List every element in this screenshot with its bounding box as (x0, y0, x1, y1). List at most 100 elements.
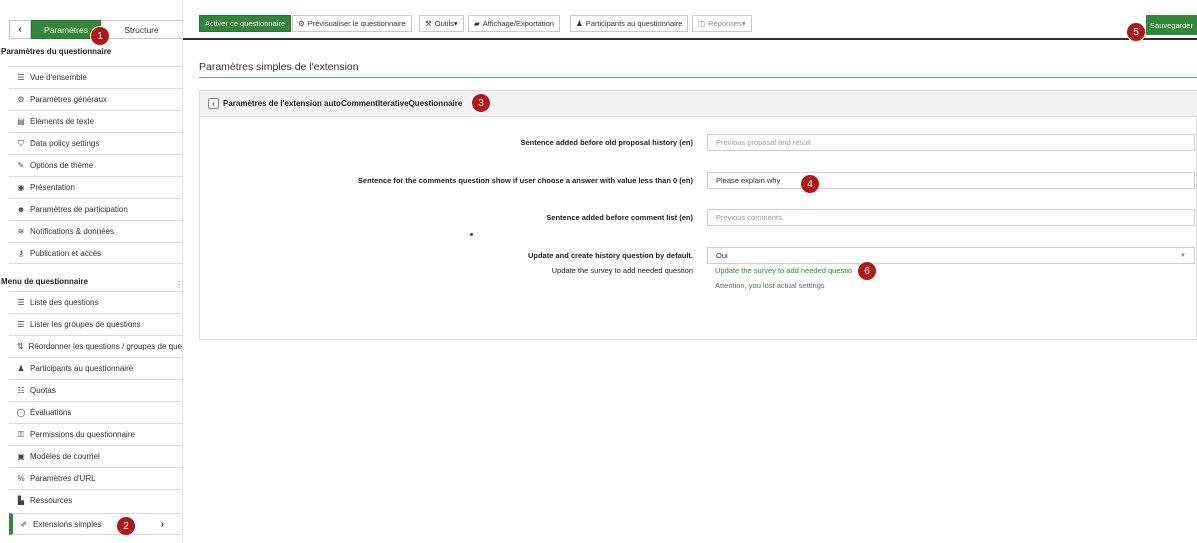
user-icon: ♟ (17, 364, 25, 373)
sidebar-item-publication[interactable]: ⚷ Publication et accès (9, 242, 182, 264)
sidebar-item-label: Présentation (30, 183, 75, 192)
comments-question-input[interactable]: Please explain why (707, 172, 1195, 189)
activate-label: Activer ce questionnaire (205, 19, 286, 28)
sidebar-item-text-elements[interactable]: ▤ Éléments de texte (9, 110, 182, 132)
sidebar-item-assessments[interactable]: ◯ Évaluations (9, 401, 182, 423)
preview-label: Prévisualiser le questionnaire (307, 19, 406, 28)
file-icon: ▙ (17, 496, 25, 505)
list-icon: ☰ (17, 320, 25, 329)
sidebar-item-participation[interactable]: ☻ Paramètres de participation (9, 198, 182, 220)
title-divider (199, 77, 1197, 78)
sidebar-item-participants[interactable]: ♟ Participants au questionnaire (9, 357, 182, 379)
sidebar-item-label: Réordonner les questions / groupes de qu… (28, 342, 182, 351)
sidebar-item-label: Notifications & données (30, 227, 115, 236)
sidebar-item-quotas[interactable]: ☷ Quotas (9, 379, 182, 401)
chevron-left-icon: ‹ (212, 99, 215, 108)
activate-survey-button[interactable]: Activer ce questionnaire (199, 15, 292, 32)
panel-title: Paramètres de l'extension autoCommentIte… (223, 99, 463, 108)
sidebar-item-question-groups[interactable]: ☰ Lister les groupes de questions (9, 313, 182, 335)
comment-icon: ◯ (16, 408, 26, 417)
envelope-icon: ▣ (17, 452, 25, 461)
caret-down-icon: ▾ (453, 19, 458, 28)
setting-label-history-question-default: Update and create history question by de… (527, 251, 693, 260)
annotation-badge-2: 2 (117, 517, 135, 535)
sidebar-item-email-templates[interactable]: ▣ Modèles de courriel (9, 445, 182, 467)
sidebar-item-label: Modèles de courriel (30, 452, 100, 461)
input-placeholder: Previous proposal and result (716, 138, 812, 147)
collapse-sidebar-button[interactable]: ‹ (9, 20, 31, 39)
input-value: Please explain why (716, 176, 781, 185)
sidebar-item-theme-options[interactable]: ✎ Options de thème (9, 154, 182, 176)
participants-label: Participants au questionnaire (585, 19, 683, 28)
sidebar-item-label: Permissions du questionnaire (30, 430, 135, 439)
comments-icon: ◫ (698, 19, 706, 28)
paint-brush-icon: ✎ (17, 161, 25, 170)
annotation-badge-4: 4 (801, 175, 819, 193)
page-title: Paramètres simples de l'extension (199, 61, 359, 73)
top-toolbar: Activer ce questionnaire ⚙ Prévisualiser … (183, 8, 1197, 40)
sidebar-item-label: Ressources (30, 496, 73, 505)
sidebar-item-question-list[interactable]: ☰ Liste des questions (9, 291, 182, 313)
responses-label: Réponses (708, 19, 742, 28)
input-placeholder: Previous comments. (716, 213, 784, 222)
sidebar-item-presentation[interactable]: ◉ Présentation (9, 176, 182, 198)
preview-survey-button[interactable]: ⚙ Prévisualiser le questionnaire (292, 15, 412, 32)
shield-icon: ⛉ (18, 138, 24, 148)
cogs-icon: ⚙ (17, 95, 25, 104)
tasks-icon: ☷ (17, 386, 25, 395)
annotation-badge-1: 1 (91, 27, 109, 45)
tools-dropdown-button[interactable]: ⚒ Outils ▾ (419, 15, 464, 32)
link-icon: % (17, 474, 25, 483)
file-text-icon: ▤ (17, 117, 25, 126)
annotation-badge-3: 3 (472, 94, 490, 112)
sidebar-item-data-policy[interactable]: ⛉ Data policy settings (9, 132, 182, 154)
cog-icon: ⚙ (298, 19, 305, 28)
update-survey-link[interactable]: Update the survey to add needed questio (715, 266, 852, 275)
sidebar-item-url-params[interactable]: % Paramètres d'URL (9, 467, 182, 489)
sidebar-item-label: Liste des questions (30, 298, 99, 307)
sidebar-divider (182, 0, 183, 543)
key-icon: ⚷ (18, 248, 24, 258)
comment-list-input[interactable]: Previous comments. (707, 209, 1195, 226)
annotation-badge-5: 5 (1127, 23, 1145, 41)
old-proposal-history-input[interactable]: Previous proposal and result (707, 134, 1195, 151)
sidebar-item-label: Paramètres de participation (30, 205, 128, 214)
plugin-settings-panel: ‹ Paramètres de l'extension autoCommentI… (199, 90, 1197, 340)
tools-label: Outils (434, 19, 454, 28)
sidebar: ‹ Paramètres Structure Paramètres du que… (0, 0, 183, 543)
list-icon: ☰ (17, 73, 25, 82)
chevron-left-icon: ‹ (18, 24, 22, 35)
sidebar-item-label: Paramètres d'URL (30, 474, 96, 483)
sidebar-item-label: Data policy settings (30, 139, 100, 148)
setting-label-comment-list: Sentence added before comment list (en) (546, 213, 693, 222)
survey-participants-button[interactable]: ♟ Participants au questionnaire (570, 15, 689, 32)
section-title-menu: Menu de questionnaire (1, 277, 89, 286)
sidebar-item-permissions[interactable]: ⚿ Permissions du questionnaire (9, 423, 182, 445)
annotation-badge-6: 6 (858, 262, 876, 280)
panel-header: ‹ Paramètres de l'extension autoCommentI… (200, 91, 1197, 117)
tools-icon: ⚒ (425, 19, 432, 28)
select-value: Oui (716, 251, 728, 260)
sidebar-item-label: Publication et accès (30, 248, 102, 258)
back-button[interactable]: ‹ (208, 98, 219, 109)
save-button[interactable]: Sauvegarder (1146, 15, 1197, 35)
tab-structure[interactable]: Structure (101, 20, 183, 39)
sidebar-item-label: Quotas (30, 386, 56, 395)
sidebar-item-label: Extensions simples (33, 519, 102, 529)
display-export-button[interactable]: ▰ Affichage/Exportation (468, 15, 560, 32)
history-question-default-select[interactable]: Oui ▼ (707, 247, 1195, 264)
eye-slash-icon: ◉ (17, 183, 25, 192)
responses-dropdown-button[interactable]: ◫ Réponses ▾ (692, 15, 752, 32)
sidebar-item-overview[interactable]: ☰ Vue d'ensemble (9, 66, 182, 88)
setting-label-old-proposal-history: Sentence added before old proposal histo… (520, 138, 693, 147)
caret-down-icon: ▼ (1180, 252, 1186, 259)
cursor-dot (470, 233, 473, 236)
sidebar-item-notifications[interactable]: ≋ Notifications & données (9, 220, 182, 242)
sidebar-item-resources[interactable]: ▙ Ressources (9, 489, 182, 511)
sidebar-item-simple-plugins[interactable]: ✐ Extensions simples › (9, 513, 182, 535)
sidebar-item-label: Lister les groupes de questions (30, 320, 141, 329)
sidebar-item-reorder[interactable]: ⇅ Réordonner les questions / groupes de q… (9, 335, 182, 357)
folder-open-icon: ▰ (474, 19, 480, 28)
chevron-right-icon: › (160, 518, 164, 530)
sidebar-item-general-settings[interactable]: ⚙ Paramètres généraux (9, 88, 182, 110)
